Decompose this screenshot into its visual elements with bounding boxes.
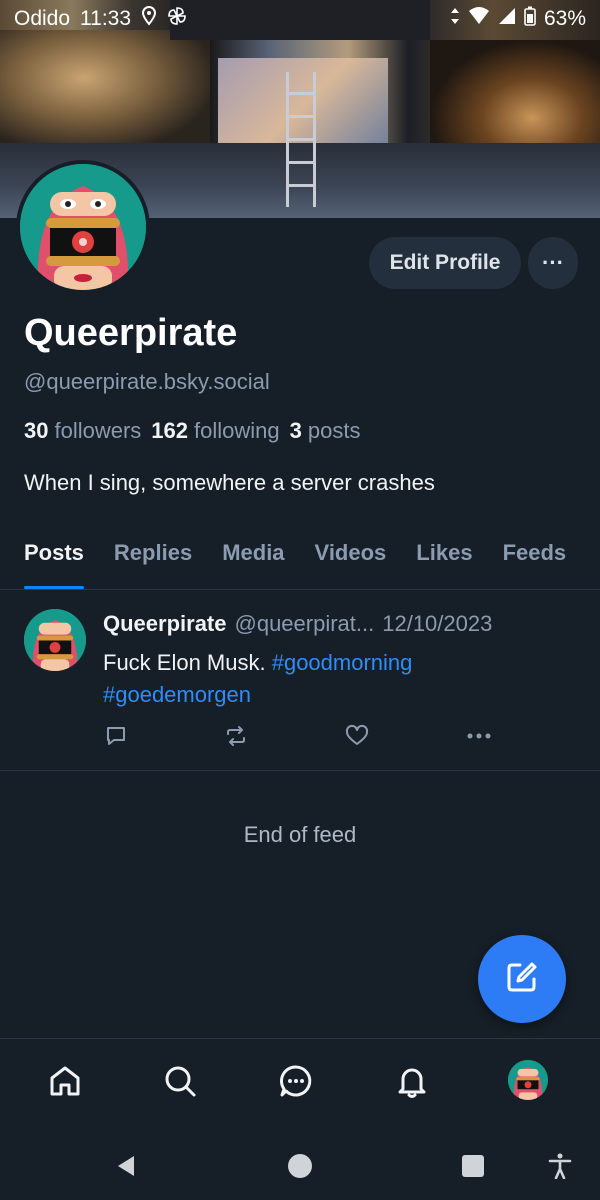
home-circle-icon[interactable]	[286, 1152, 314, 1180]
battery-percent: 63%	[543, 7, 586, 30]
display-name: Queerpirate	[24, 312, 238, 354]
data-arrows-icon	[450, 6, 460, 32]
signal-icon	[498, 7, 516, 31]
tab-media[interactable]: Media	[207, 530, 299, 589]
tab-feeds[interactable]: Feeds	[488, 530, 582, 589]
bell-icon[interactable]	[390, 1059, 434, 1103]
reply-icon[interactable]	[103, 723, 129, 749]
compose-icon	[504, 959, 540, 1000]
banner-art-left	[0, 30, 210, 150]
tab-posts[interactable]: Posts	[0, 530, 99, 589]
post-actions	[103, 723, 503, 753]
compose-button[interactable]	[478, 935, 566, 1023]
carrier-label: Odido	[14, 7, 71, 30]
pinwheel-icon	[167, 6, 187, 32]
followers-label: followers	[54, 418, 142, 443]
hashtag-goodmorning[interactable]: #goodmorning	[272, 650, 413, 675]
home-icon[interactable]	[43, 1059, 87, 1103]
tab-videos[interactable]: Videos	[300, 530, 402, 589]
edit-profile-button[interactable]: Edit Profile	[369, 237, 521, 289]
posts-count: 3	[289, 418, 302, 443]
profile-handle: @queerpirate.bsky.social	[24, 369, 270, 394]
post-author-avatar[interactable]	[24, 609, 86, 671]
following-count: 162	[151, 418, 189, 443]
clock: 11:33	[80, 7, 132, 30]
profile-stats: 30 followers 162 following 3 posts	[24, 418, 360, 444]
more-options-button[interactable]: ···	[528, 237, 578, 289]
like-icon[interactable]	[344, 723, 370, 749]
post-author-handle[interactable]: @queerpirat...	[235, 611, 375, 637]
battery-icon	[524, 6, 536, 32]
following-stat[interactable]: 162 following	[151, 418, 279, 444]
wifi-icon	[468, 7, 490, 31]
recents-icon[interactable]	[459, 1152, 487, 1180]
end-of-feed-label: End of feed	[243, 822, 357, 847]
system-navigation	[0, 1130, 600, 1200]
status-bar: Odido 11:33 63%	[0, 0, 600, 38]
back-icon[interactable]	[112, 1152, 140, 1180]
profile-bio: When I sing, somewhere a server crashes	[24, 470, 435, 495]
location-icon	[141, 5, 157, 32]
banner-ladder	[286, 72, 316, 207]
search-icon[interactable]	[158, 1059, 202, 1103]
posts-label: posts	[307, 418, 361, 443]
post-text: Fuck Elon Musk. #goodmorning #goedemorgen	[103, 647, 573, 711]
posts-stat: 3 posts	[290, 418, 361, 444]
followers-count: 30	[24, 418, 49, 443]
profile-avatar-nav[interactable]	[508, 1060, 548, 1100]
bottom-navigation	[0, 1038, 600, 1130]
more-icon[interactable]	[466, 723, 492, 749]
post-author-name[interactable]: Queerpirate	[103, 611, 227, 637]
profile-avatar[interactable]	[16, 160, 150, 294]
post-date: 12/10/2023	[382, 611, 493, 636]
feed-post[interactable]: Queerpirate @queerpirat... 12/10/2023 Fu…	[0, 591, 600, 771]
following-label: following	[194, 418, 280, 443]
tab-likes[interactable]: Likes	[401, 530, 487, 589]
post-meta: Queerpirate @queerpirat... 12/10/2023	[103, 611, 492, 637]
post-body: Fuck Elon Musk.	[103, 650, 272, 675]
tab-replies[interactable]: Replies	[99, 530, 207, 589]
repost-icon[interactable]	[223, 723, 249, 749]
chat-icon[interactable]	[274, 1059, 318, 1103]
hashtag-goedemorgen[interactable]: #goedemorgen	[103, 682, 251, 707]
profile-tabs: Posts Replies Media Videos Likes Feeds	[0, 530, 600, 590]
followers-stat[interactable]: 30 followers	[24, 418, 141, 444]
accessibility-icon[interactable]	[546, 1152, 574, 1180]
ellipsis-icon: ···	[542, 250, 564, 275]
